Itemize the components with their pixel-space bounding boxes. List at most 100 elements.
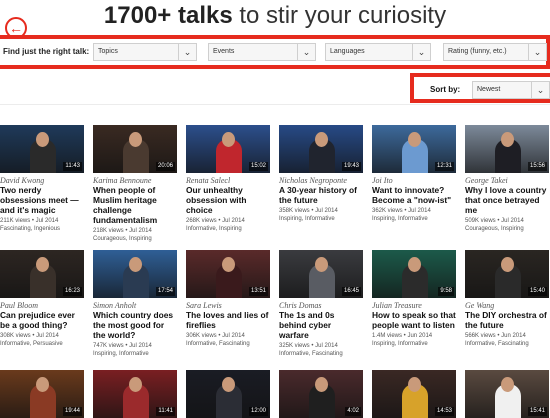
talk-title[interactable]: The 1s and 0s behind cyber warfare — [279, 310, 363, 340]
talk-card[interactable]: 14:53 — [372, 370, 456, 418]
speaker-head — [408, 132, 421, 147]
chevron-down-icon: ⌄ — [297, 44, 315, 60]
talk-title[interactable]: When people of Muslim heritage challenge… — [93, 185, 177, 225]
talk-card[interactable]: 15:56 George Takei Why I love a country th… — [465, 125, 549, 233]
languages-select[interactable]: Languages ⌄ — [325, 43, 431, 61]
talk-card[interactable]: 15:02 Renata Salecl Our unhealthy obsessio… — [186, 125, 270, 233]
talk-title[interactable]: Why I love a country that once betrayed … — [465, 185, 549, 215]
talk-card[interactable]: 12:00 — [186, 370, 270, 418]
talk-title[interactable]: Which country does the most good for the… — [93, 310, 177, 340]
talk-duration: 20:06 — [155, 162, 175, 171]
talk-duration: 12:31 — [434, 162, 454, 171]
languages-select-value: Languages — [330, 48, 365, 55]
events-select[interactable]: Events ⌄ — [208, 43, 316, 61]
talk-title[interactable]: Two nerdy obsessions meet — and it's mag… — [0, 185, 84, 215]
talk-speaker: Paul Bloom — [0, 301, 38, 310]
talk-tags: Inspiring, Informative — [372, 341, 428, 347]
talk-tags: Informative, Inspiring — [186, 226, 242, 232]
talk-title[interactable]: Can prejudice ever be a good thing? — [0, 310, 84, 330]
talk-thumbnail[interactable]: 20:06 — [93, 125, 177, 173]
talk-tags: Informative, Persuasive — [0, 341, 63, 347]
page-title: 1700+ talks to stir your curiosity — [0, 2, 550, 30]
divider — [0, 104, 550, 105]
speaker-head — [129, 377, 142, 392]
talk-card[interactable]: 12:31 Joi Ito Want to innovate? Become a "… — [372, 125, 456, 223]
talk-card[interactable]: 9:58 Julian Treasure How to speak so that … — [372, 250, 456, 348]
talk-views: 325K views • Jul 2014 — [279, 343, 338, 349]
talk-duration: 19:43 — [341, 162, 361, 171]
talk-thumbnail[interactable]: 11:43 — [0, 125, 84, 173]
talk-speaker: Renata Salecl — [186, 176, 231, 185]
talk-title[interactable]: The loves and lies of fireflies — [186, 310, 270, 330]
talk-card[interactable]: 4:02 — [279, 370, 363, 418]
speaker-head — [36, 377, 49, 392]
speaker-head — [129, 132, 142, 147]
speaker-head — [36, 257, 49, 272]
events-select-value: Events — [213, 48, 235, 55]
talk-card[interactable]: 15:41 — [465, 370, 549, 418]
talk-duration: 16:23 — [62, 287, 82, 296]
talk-title[interactable]: How to speak so that people want to list… — [372, 310, 456, 330]
speaker-head — [315, 257, 328, 272]
talk-card[interactable]: 11:41 — [93, 370, 177, 418]
talk-speaker: Simon Anholt — [93, 301, 137, 310]
sort-select-value: Newest — [477, 86, 501, 93]
speaker-head — [222, 377, 235, 392]
filter-bar: Find just the right talk: Topics ⌄ Event… — [0, 35, 550, 69]
talk-thumbnail[interactable]: 19:44 — [0, 370, 84, 418]
talk-title[interactable]: Our unhealthy obsession with choice — [186, 185, 270, 215]
talk-thumbnail[interactable]: 17:54 — [93, 250, 177, 298]
topics-select[interactable]: Topics ⌄ — [93, 43, 197, 61]
talk-thumbnail[interactable]: 11:41 — [93, 370, 177, 418]
talk-speaker: Julian Treasure — [372, 301, 422, 310]
talk-card[interactable]: 20:06 Karima Bennoune When people of Musli… — [93, 125, 177, 243]
talk-thumbnail[interactable]: 16:23 — [0, 250, 84, 298]
chevron-down-icon: ⌄ — [412, 44, 430, 60]
talk-thumbnail[interactable]: 15:41 — [465, 370, 549, 418]
talk-thumbnail[interactable]: 15:56 — [465, 125, 549, 173]
chevron-down-icon: ⌄ — [531, 82, 549, 98]
talk-card[interactable]: 16:23 Paul Bloom Can prejudice ever be a g… — [0, 250, 84, 348]
chevron-down-icon: ⌄ — [178, 44, 196, 60]
talk-views: 306K views • Jul 2014 — [186, 333, 245, 339]
talk-duration: 15:56 — [527, 162, 547, 171]
talk-thumbnail[interactable]: 9:58 — [372, 250, 456, 298]
talk-card[interactable]: 19:44 — [0, 370, 84, 418]
talk-card[interactable]: 15:40 Ge Wang The DIY orchestra of the fut… — [465, 250, 549, 348]
talk-card[interactable]: 19:43 Nicholas Negroponte A 30-year histor… — [279, 125, 363, 223]
talk-duration: 16:45 — [341, 287, 361, 296]
talk-thumbnail[interactable]: 14:53 — [372, 370, 456, 418]
speaker-head — [501, 132, 514, 147]
talk-card[interactable]: 13:51 Sara Lewis The loves and lies of fir… — [186, 250, 270, 348]
talk-thumbnail[interactable]: 12:00 — [186, 370, 270, 418]
rating-select[interactable]: Rating (funny, etc.) ⌄ — [443, 43, 547, 61]
speaker-head — [315, 132, 328, 147]
sort-select[interactable]: Newest ⌄ — [472, 81, 550, 99]
talk-thumbnail[interactable]: 13:51 — [186, 250, 270, 298]
talk-thumbnail[interactable]: 16:45 — [279, 250, 363, 298]
talk-thumbnail[interactable]: 12:31 — [372, 125, 456, 173]
speaker-head — [501, 377, 514, 392]
talk-thumbnail[interactable]: 4:02 — [279, 370, 363, 418]
talk-card[interactable]: 11:43 David Kwong Two nerdy obsessions mee… — [0, 125, 84, 233]
talk-views: 566K views • Jun 2014 — [465, 333, 526, 339]
talk-tags: Inspiring, Informative — [372, 216, 428, 222]
talk-card[interactable]: 16:45 Chris Domas The 1s and 0s behind cyb… — [279, 250, 363, 358]
talk-tags: Courageous, Inspiring — [93, 236, 152, 242]
talk-thumbnail[interactable]: 15:40 — [465, 250, 549, 298]
sort-box: Sort by: Newest ⌄ — [410, 73, 550, 103]
talk-title[interactable]: The DIY orchestra of the future — [465, 310, 549, 330]
speaker-head — [222, 257, 235, 272]
chevron-down-icon: ⌄ — [528, 44, 546, 60]
talk-card[interactable]: 17:54 Simon Anholt Which country does the … — [93, 250, 177, 358]
talk-thumbnail[interactable]: 15:02 — [186, 125, 270, 173]
talk-views: 509K views • Jul 2014 — [465, 218, 524, 224]
talk-tags: Informative, Fascinating — [279, 351, 343, 357]
talk-title[interactable]: Want to innovate? Become a "now-ist" — [372, 185, 456, 205]
rating-select-value: Rating (funny, etc.) — [448, 48, 507, 55]
speaker-head — [315, 377, 328, 392]
speaker-head — [501, 257, 514, 272]
talk-thumbnail[interactable]: 19:43 — [279, 125, 363, 173]
talk-title[interactable]: A 30-year history of the future — [279, 185, 363, 205]
talk-tags: Informative, Fascinating — [186, 341, 250, 347]
